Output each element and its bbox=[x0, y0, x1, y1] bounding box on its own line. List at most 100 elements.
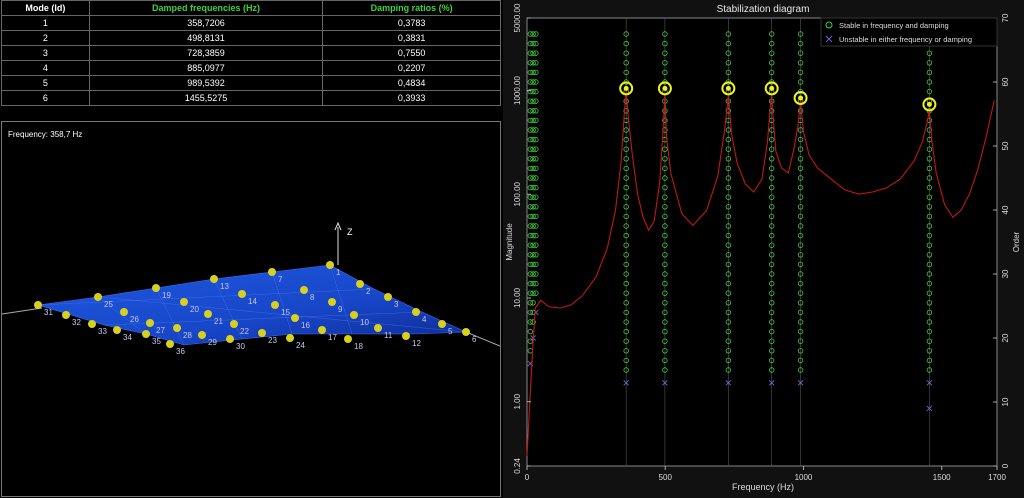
node-label: 9 bbox=[338, 305, 343, 314]
chart-title: Stabilization diagram bbox=[717, 4, 810, 15]
node-label: 7 bbox=[278, 275, 283, 284]
y2-tick-label: 10 bbox=[1001, 397, 1010, 406]
node-label: 31 bbox=[44, 308, 53, 317]
selected-mode-dot bbox=[623, 85, 629, 91]
node-point bbox=[356, 280, 364, 288]
y2-tick-label: 40 bbox=[1001, 205, 1010, 214]
node-label: 30 bbox=[236, 342, 245, 351]
node-label: 33 bbox=[98, 327, 107, 336]
node-point bbox=[344, 335, 352, 343]
node-point bbox=[384, 293, 392, 301]
cell-mode-id: 5 bbox=[1, 75, 90, 91]
table-row[interactable]: 6 1455,5275 0,3933 bbox=[1, 90, 501, 106]
y-tick-label: 1000.00 bbox=[513, 75, 522, 104]
node-point bbox=[258, 329, 266, 337]
cell-mode-id: 4 bbox=[1, 60, 90, 76]
cell-damping: 0,3933 bbox=[322, 90, 501, 106]
node-point bbox=[120, 308, 128, 316]
node-label: 17 bbox=[328, 333, 337, 342]
node-point bbox=[374, 324, 382, 332]
node-label: 26 bbox=[130, 315, 139, 324]
cell-frequency: 989,5392 bbox=[88, 75, 324, 91]
header-damping-ratios[interactable]: Damping ratios (%) bbox=[322, 0, 501, 16]
stabilization-panel[interactable]: Stabilization diagram 0.24 1.00 10.00 100.00… bbox=[503, 0, 1024, 498]
cell-frequency: 885,0977 bbox=[88, 60, 324, 76]
node-label: 8 bbox=[310, 293, 315, 302]
node-label: 14 bbox=[248, 297, 257, 306]
node-point bbox=[300, 286, 308, 294]
cell-frequency: 728,3859 bbox=[88, 45, 324, 61]
chart-legend: Stable in frequency and damping Unstable … bbox=[820, 17, 998, 47]
node-label: 10 bbox=[360, 318, 369, 327]
node-point bbox=[94, 293, 102, 301]
y2-tick-label: 20 bbox=[1001, 333, 1010, 342]
y2-tick-label: 30 bbox=[1001, 269, 1010, 278]
header-mode-id[interactable]: Mode (Id) bbox=[1, 0, 90, 16]
node-label: 24 bbox=[296, 341, 305, 350]
node-point bbox=[152, 284, 160, 292]
x-tick-label: 1700 bbox=[988, 473, 1006, 482]
selected-mode-dot bbox=[926, 101, 932, 107]
node-label: 12 bbox=[412, 339, 421, 348]
y-tick-label: 10.00 bbox=[513, 287, 522, 308]
table-row[interactable]: 4 885,0977 0,2207 bbox=[1, 60, 501, 76]
node-point bbox=[286, 334, 294, 342]
node-point bbox=[226, 335, 234, 343]
node-label: 15 bbox=[281, 308, 290, 317]
node-label: 5 bbox=[448, 327, 453, 336]
node-label: 23 bbox=[268, 336, 277, 345]
node-label: 25 bbox=[104, 300, 113, 309]
node-label: 13 bbox=[220, 282, 229, 291]
mode-shape-canvas[interactable]: Z123456789101112131415161718192021222324… bbox=[2, 122, 500, 496]
node-label: 34 bbox=[123, 333, 132, 342]
node-label: 21 bbox=[214, 317, 223, 326]
node-point bbox=[412, 308, 420, 316]
node-point bbox=[402, 332, 410, 340]
node-label: 27 bbox=[156, 326, 165, 335]
node-label: 36 bbox=[176, 347, 185, 356]
node-label: 28 bbox=[183, 331, 192, 340]
table-row[interactable]: 1 358,7206 0,3783 bbox=[1, 15, 501, 31]
node-point bbox=[204, 310, 212, 318]
z-axis-label: Z bbox=[347, 227, 353, 237]
node-point bbox=[173, 324, 181, 332]
mode-shape-viewport[interactable]: Z 1 2 3 4 5 6 7 8 9 10 11 12 13 14 15 16 17 18 19 20 21 22 23 24… bbox=[1, 121, 501, 497]
node-label: 2 bbox=[366, 287, 371, 296]
y2-tick-label: 60 bbox=[1001, 77, 1010, 86]
node-point bbox=[328, 298, 336, 306]
x-axis-line bbox=[2, 307, 43, 315]
cell-mode-id: 1 bbox=[1, 15, 90, 31]
node-point bbox=[462, 328, 470, 336]
node-label: 6 bbox=[472, 335, 477, 344]
cell-frequency: 358,7206 bbox=[88, 15, 324, 31]
table-row[interactable]: 5 989,5392 0,4834 bbox=[1, 75, 501, 91]
node-point bbox=[318, 326, 326, 334]
node-point bbox=[88, 320, 96, 328]
cell-damping: 0,7550 bbox=[322, 45, 501, 61]
table-row[interactable]: 3 728,3859 0,7550 bbox=[1, 45, 501, 61]
cell-damping: 0,3783 bbox=[322, 15, 501, 31]
node-point bbox=[210, 275, 218, 283]
node-point bbox=[238, 290, 246, 298]
frequency-label: Frequency: 358,7 Hz bbox=[8, 130, 83, 139]
y2-tick-label: 0 bbox=[1001, 463, 1010, 468]
stabilization-chart[interactable]: Stabilization diagram 0.24 1.00 10.00 100.00… bbox=[503, 0, 1024, 498]
cell-damping: 0,3831 bbox=[322, 30, 501, 46]
y-tick-label: 1.00 bbox=[513, 393, 522, 409]
node-point bbox=[268, 268, 276, 276]
node-point bbox=[350, 311, 358, 319]
node-label: 18 bbox=[354, 342, 363, 351]
y2-axis-label: Order bbox=[1012, 231, 1021, 252]
legend-stable-label: Stable in frequency and damping bbox=[839, 21, 949, 30]
node-label: 1 bbox=[336, 268, 341, 277]
cell-mode-id: 6 bbox=[1, 90, 90, 106]
node-label: 19 bbox=[162, 291, 171, 300]
node-point bbox=[230, 320, 238, 328]
node-point bbox=[438, 320, 446, 328]
table-row[interactable]: 2 498,8131 0,3831 bbox=[1, 30, 501, 46]
header-damped-frequencies[interactable]: Damped frequencies (Hz) bbox=[88, 0, 324, 16]
node-label: 22 bbox=[240, 327, 249, 336]
node-label: 3 bbox=[394, 300, 399, 309]
cell-mode-id: 3 bbox=[1, 45, 90, 61]
node-point bbox=[326, 261, 334, 269]
